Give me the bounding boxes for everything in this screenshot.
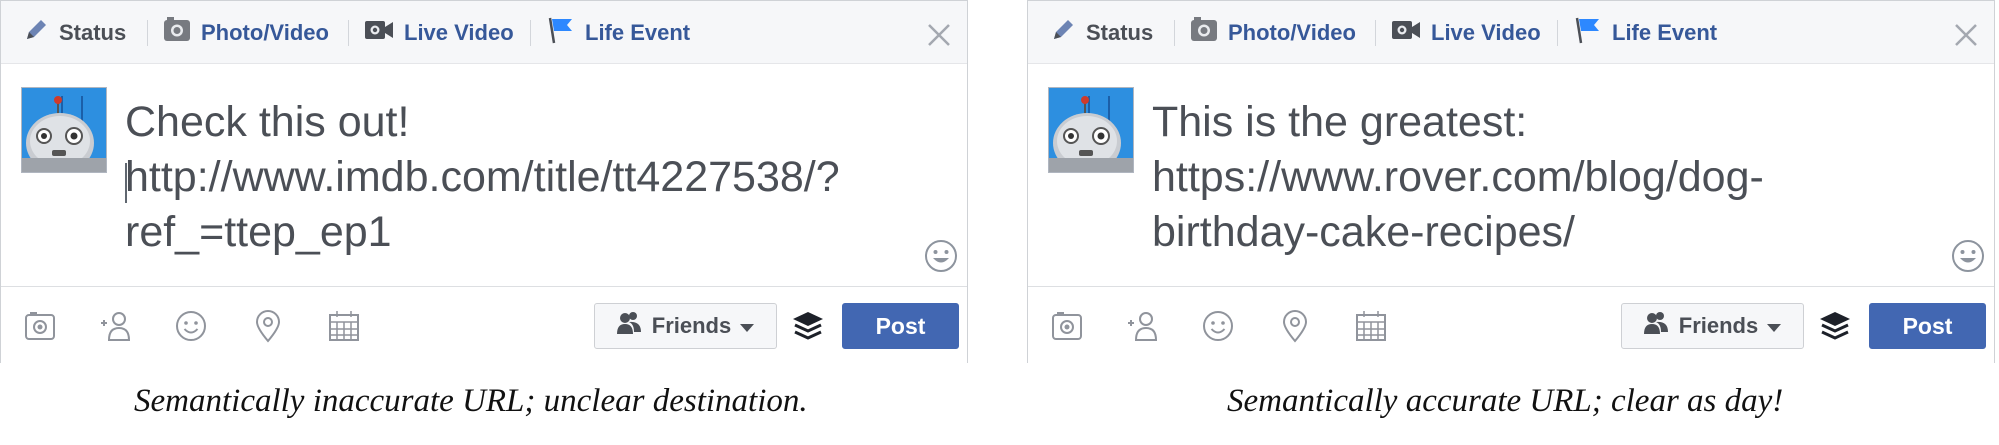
feeling-icon[interactable] xyxy=(1201,309,1235,343)
tab-photo-video[interactable]: Photo/Video xyxy=(163,1,329,64)
tab-photo-video-label: Photo/Video xyxy=(1228,19,1356,45)
tab-status-label: Status xyxy=(1086,19,1154,45)
tab-status[interactable]: Status xyxy=(23,1,126,64)
caption-left: Semantically inaccurate URL; unclear des… xyxy=(134,383,808,419)
composer-tab-bar: Status Photo/Video Live Video Life Event xyxy=(1028,1,1994,64)
caption-right: Semantically accurate URL; clear as day! xyxy=(1227,383,1784,419)
audience-label: Friends xyxy=(651,313,732,338)
text-cursor xyxy=(125,163,127,203)
flag-icon xyxy=(1574,16,1602,50)
tag-friends-icon[interactable] xyxy=(1126,309,1160,343)
tab-life-event[interactable]: Life Event xyxy=(1574,1,1717,64)
tag-friends-icon[interactable] xyxy=(99,309,133,343)
tab-status[interactable]: Status xyxy=(1050,1,1153,64)
close-icon[interactable] xyxy=(925,21,953,49)
tab-live-video[interactable]: Live Video xyxy=(364,1,514,64)
robot-avatar xyxy=(21,87,107,173)
tab-live-video[interactable]: Live Video xyxy=(1391,1,1541,64)
pencil-icon xyxy=(1050,17,1076,49)
location-icon[interactable] xyxy=(251,309,285,343)
tab-life-event[interactable]: Life Event xyxy=(547,1,690,64)
photo-icon[interactable] xyxy=(1050,309,1084,343)
close-icon[interactable] xyxy=(1952,21,1980,49)
post-composer-left: Status Photo/Video Live Video Life Event xyxy=(0,0,968,363)
video-camera-icon xyxy=(364,18,394,48)
audience-selector[interactable]: Friends xyxy=(1621,303,1804,349)
tab-photo-video[interactable]: Photo/Video xyxy=(1190,1,1356,64)
friends-icon xyxy=(1643,311,1669,341)
feeling-icon[interactable] xyxy=(174,309,208,343)
robot-avatar xyxy=(1048,87,1134,173)
layers-icon[interactable] xyxy=(1817,308,1853,344)
location-icon[interactable] xyxy=(1278,309,1312,343)
post-button[interactable]: Post xyxy=(1869,303,1986,349)
post-composer-right: Status Photo/Video Live Video Life Event xyxy=(1027,0,1995,363)
flag-icon xyxy=(547,16,575,50)
tab-live-video-label: Live Video xyxy=(1431,19,1541,45)
layers-icon[interactable] xyxy=(790,308,826,344)
tab-divider xyxy=(1174,20,1175,46)
tab-divider xyxy=(530,20,531,46)
post-text-area[interactable]: This is the greatest: https://www.rover.… xyxy=(1152,95,1952,260)
photo-icon[interactable] xyxy=(23,309,57,343)
tab-live-video-label: Live Video xyxy=(404,19,514,45)
post-button[interactable]: Post xyxy=(842,303,959,349)
tab-divider xyxy=(348,20,349,46)
post-text-area[interactable]: Check this out! http://www.imdb.com/titl… xyxy=(125,95,925,260)
tab-divider xyxy=(1557,20,1558,46)
pencil-icon xyxy=(23,17,49,49)
camera-icon xyxy=(163,16,191,49)
audience-selector[interactable]: Friends xyxy=(594,303,777,349)
smiley-icon[interactable] xyxy=(1951,239,1985,273)
composer-footer: Friends Post xyxy=(1028,286,1994,363)
tab-divider xyxy=(1375,20,1376,46)
calendar-icon[interactable] xyxy=(1354,309,1388,343)
chevron-down-icon xyxy=(739,313,755,339)
chevron-down-icon xyxy=(1766,313,1782,339)
tab-divider xyxy=(147,20,148,46)
camera-icon xyxy=(1190,16,1218,49)
tab-status-label: Status xyxy=(59,19,127,45)
video-camera-icon xyxy=(1391,18,1421,48)
audience-label: Friends xyxy=(1678,313,1759,338)
friends-icon xyxy=(616,311,642,341)
smiley-icon[interactable] xyxy=(924,239,958,273)
calendar-icon[interactable] xyxy=(327,309,361,343)
composer-tab-bar: Status Photo/Video Live Video Life Event xyxy=(1,1,967,64)
composer-footer: Friends Post xyxy=(1,286,967,363)
tab-photo-video-label: Photo/Video xyxy=(201,19,329,45)
tab-life-event-label: Life Event xyxy=(1612,19,1718,45)
tab-life-event-label: Life Event xyxy=(585,19,691,45)
